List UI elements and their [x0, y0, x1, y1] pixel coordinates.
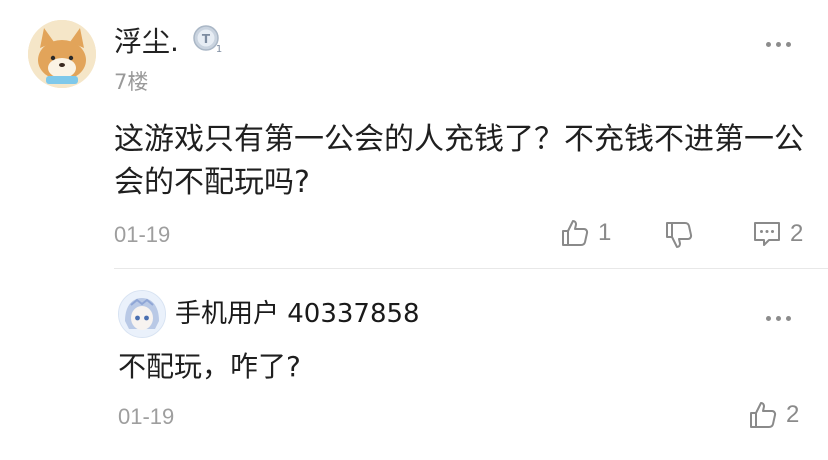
- like-count: 1: [598, 219, 612, 246]
- level-badge-icon: T 1: [192, 24, 224, 55]
- thumbs-up-icon: [562, 220, 589, 246]
- reply-count: 2: [790, 220, 804, 247]
- comment-text: 这游戏只有第一公会的人充钱了？不充钱不进第一公会的不配玩吗?: [114, 122, 804, 200]
- anime-avatar-icon: [119, 291, 165, 337]
- thumbs-up-icon: [750, 402, 777, 428]
- reply-username[interactable]: 手机用户 40337858: [175, 293, 420, 330]
- reply-text: 不配玩，咋了?: [118, 350, 301, 383]
- dislike-button[interactable]: [664, 220, 694, 250]
- comment-date: 01-19: [114, 222, 171, 247]
- reply-date: 01-19: [118, 404, 175, 429]
- shiba-avatar-icon: [28, 20, 96, 88]
- reply-like-count: 2: [786, 401, 800, 428]
- reply-button[interactable]: 2: [752, 220, 803, 248]
- svg-text:1: 1: [216, 44, 222, 54]
- more-options-icon[interactable]: [766, 42, 798, 52]
- divider: [114, 268, 828, 269]
- reply-like-button[interactable]: 2: [748, 400, 799, 430]
- avatar[interactable]: [28, 20, 96, 88]
- reply-avatar[interactable]: [118, 290, 166, 338]
- username[interactable]: 浮尘.: [114, 20, 179, 60]
- reply-more-options-icon[interactable]: [766, 316, 798, 326]
- comment-icon: [754, 222, 780, 246]
- thumbs-down-icon: [666, 222, 693, 248]
- like-button[interactable]: 1: [560, 218, 611, 248]
- svg-text:T: T: [202, 32, 211, 46]
- floor-label: 7楼: [114, 70, 149, 94]
